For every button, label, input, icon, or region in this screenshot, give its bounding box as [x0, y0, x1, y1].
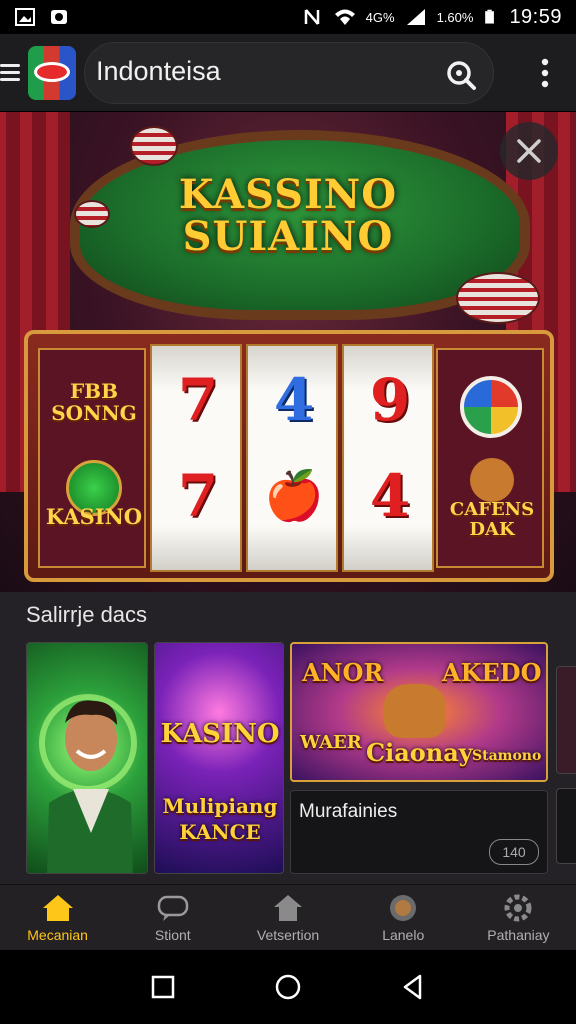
- settings-icon: [504, 894, 532, 922]
- nav-item-home[interactable]: Mecanian: [0, 885, 115, 950]
- back-button-icon[interactable]: [398, 972, 428, 1002]
- reel-3: 9 4: [342, 344, 434, 572]
- status-bar: 4G% 1.60% 19:59: [0, 0, 576, 34]
- slot-left-panel: FBB SONNG KASINO: [38, 348, 146, 568]
- reel-symbol: 🍎: [264, 468, 324, 524]
- nav-item-profile[interactable]: Lanelo: [346, 885, 461, 950]
- reel-symbol: 4: [369, 462, 411, 530]
- card-subtitle: Mulipiang KANCE: [162, 794, 278, 844]
- card-title-right: AKEDO: [442, 658, 542, 687]
- nav-label: Pathaniay: [487, 927, 550, 943]
- game-card[interactable]: [26, 642, 148, 874]
- nav-item-tag[interactable]: Vetsertion: [230, 885, 345, 950]
- reel-symbol: 9: [369, 366, 411, 434]
- nav-item-chat[interactable]: Stiont: [115, 885, 230, 950]
- game-notification-icon: [51, 10, 67, 24]
- card-sub-left: WAER: [300, 732, 362, 753]
- close-icon: [517, 139, 541, 163]
- app-title: Indonteisa: [96, 56, 221, 86]
- bottom-nav: Mecanian Stiont Vetsertion Lanelo Pathan…: [0, 884, 576, 950]
- app-bar: Indonteisa: [0, 34, 576, 112]
- left-panel-top-text: FBB SONNG: [51, 379, 137, 425]
- card-sub-right: Stamono: [472, 748, 542, 764]
- network-text: 4G%: [365, 9, 395, 25]
- more-vert-icon[interactable]: [536, 56, 554, 90]
- home-icon: [42, 895, 73, 921]
- games-section: Salirrje dacs KASINO Mulipiang KANCE ANO…: [0, 592, 576, 884]
- reel-symbol: 4: [273, 366, 315, 434]
- close-button[interactable]: [500, 122, 558, 180]
- nav-label: Vetsertion: [256, 927, 320, 943]
- search-icon[interactable]: [444, 58, 478, 92]
- reel-symbol: 7: [177, 366, 219, 434]
- slot-right-panel: CAFENS DAK: [436, 348, 544, 568]
- menu-icon[interactable]: [0, 64, 20, 82]
- game-card[interactable]: Murafainies 140: [290, 790, 548, 874]
- hero-title: KASSINO SUIAINO: [178, 171, 398, 260]
- reel-2: 4 🍎: [246, 344, 338, 572]
- card-title: Murafainies: [299, 801, 398, 822]
- chip-stack: [456, 272, 540, 324]
- game-card[interactable]: KASINO Mulipiang KANCE: [154, 642, 284, 874]
- game-card-partial[interactable]: [556, 788, 576, 864]
- battery-text: 1.60%: [436, 9, 474, 25]
- card-title: KASINO: [160, 719, 280, 749]
- home-button-icon[interactable]: [273, 972, 303, 1002]
- right-panel-bottom-text: CAFENS DAK: [449, 499, 535, 540]
- reel-1: 7 7: [150, 344, 242, 572]
- nav-label: Stiont: [154, 927, 191, 943]
- clock: 19:59: [509, 5, 562, 28]
- lion-emblem: [470, 458, 514, 502]
- game-card-partial[interactable]: [556, 666, 576, 774]
- nav-label: Mecanian: [27, 927, 88, 943]
- chip-stack: [74, 200, 110, 228]
- card-title-left: ANOR: [302, 658, 384, 687]
- nfc-icon: [304, 9, 319, 25]
- recents-button-icon[interactable]: [148, 972, 178, 1002]
- nav-label: Lanelo: [382, 927, 425, 943]
- chat-icon: [157, 895, 189, 921]
- slot-machine: FBB SONNG KASINO 7 7 4 🍎 9 4 CAFENS DAK: [24, 330, 554, 582]
- app-logo[interactable]: [28, 46, 76, 100]
- game-card[interactable]: ANOR AKEDO WAER Ciaonay Stamono: [290, 642, 548, 782]
- hero-banner[interactable]: KASSINO SUIAINO FBB SONNG KASINO 7 7 4 🍎…: [0, 112, 576, 592]
- wifi-icon: [334, 9, 355, 25]
- battery-icon: [485, 9, 495, 24]
- card-sub-mid: Ciaonay: [366, 738, 473, 767]
- roulette-emblem: [460, 376, 522, 438]
- character-illustration: [39, 694, 137, 873]
- gallery-notification-icon: [15, 8, 35, 26]
- profile-icon: [390, 895, 417, 921]
- system-nav-bar: [0, 950, 576, 1024]
- chip-stack: [130, 126, 178, 166]
- left-panel-bottom-text: KASINO: [45, 504, 143, 529]
- section-title: Salirrje dacs: [26, 602, 148, 627]
- signal-icon: [406, 9, 425, 25]
- reel-symbol: 7: [177, 462, 219, 530]
- nav-item-settings[interactable]: Pathaniay: [461, 885, 576, 950]
- lion-illustration: [384, 684, 446, 738]
- tag-icon: [274, 895, 302, 921]
- count-badge: 140: [489, 839, 539, 865]
